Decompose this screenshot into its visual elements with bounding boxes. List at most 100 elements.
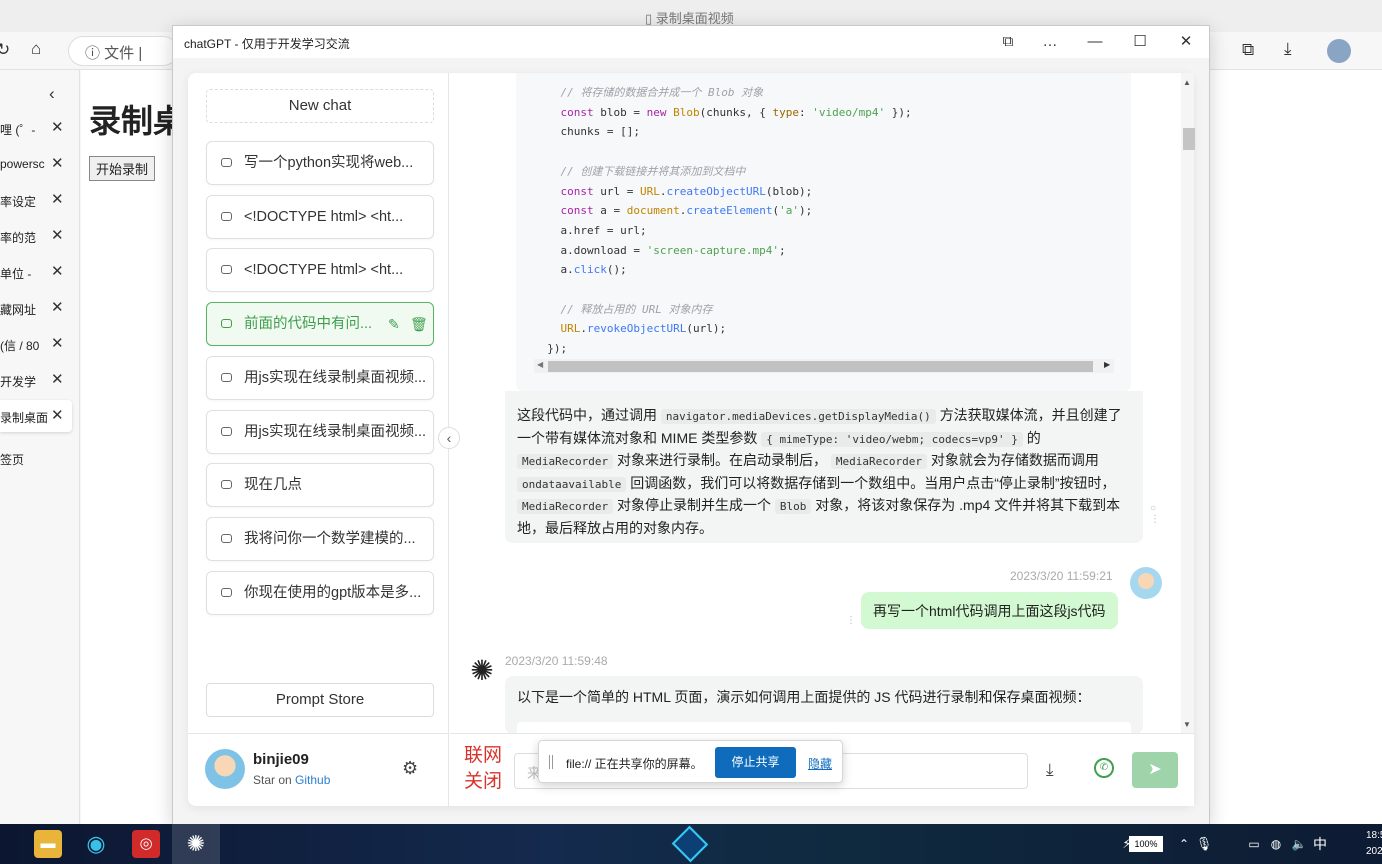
close-icon[interactable]: ✕ [51, 154, 64, 172]
address-bar[interactable]: ⓘ 文件 | [68, 36, 178, 66]
close-button[interactable]: ✕ [1166, 30, 1206, 54]
tab-item[interactable]: powersc ✕ [0, 148, 72, 180]
chat-item-active[interactable]: 前面的代码中有问... ✎ 🗑 [206, 302, 434, 346]
chat-item[interactable]: 用js实现在线录制桌面视频... [206, 410, 434, 454]
file-explorer-icon[interactable]: ▬ [34, 830, 62, 858]
edit-icon[interactable]: ✎ [388, 303, 400, 345]
taskbar-active-app[interactable]: ✺ [172, 824, 220, 864]
microphone-icon[interactable]: 🎙 [1190, 830, 1218, 858]
app-logo-icon[interactable] [671, 825, 709, 863]
scrollbar-thumb[interactable] [548, 361, 1093, 372]
tab-item[interactable]: 率的范 ✕ [0, 220, 72, 252]
share-status-text: file:// 正在共享你的屏幕。 [566, 757, 703, 771]
close-icon[interactable]: ✕ [51, 334, 64, 352]
download-icon[interactable]: ⤓ [1046, 760, 1054, 780]
close-icon[interactable]: ✕ [51, 370, 64, 388]
chat-bubble-icon [221, 211, 232, 221]
tab-item[interactable]: 藏网址 ✕ [0, 292, 72, 324]
chat-item[interactable]: 写一个python实现将web... [206, 141, 434, 185]
send-button[interactable]: ➤ [1132, 752, 1178, 788]
window-body: New chat 写一个python实现将web... <!DOCTYPE ht… [173, 58, 1209, 824]
tab-item[interactable]: 开发学 ✕ [0, 364, 72, 396]
chat-item[interactable]: 你现在使用的gpt版本是多... [206, 571, 434, 615]
code-line: a.download = 'screen-capture.mp4'; [534, 243, 786, 257]
message-timestamp: 2023/3/20 11:59:48 [505, 654, 608, 668]
home-icon[interactable]: ⌂ [31, 39, 41, 59]
chat-item[interactable]: 用js实现在线录制桌面视频... [206, 356, 434, 400]
message-menu-icon[interactable]: ⋮ [846, 615, 856, 626]
chat-bubble-icon [221, 318, 232, 328]
star-on-github: Star on Github [253, 773, 331, 787]
chat-item[interactable]: <!DOCTYPE html> <ht... [206, 195, 434, 239]
collections-icon[interactable]: ⧉ [1242, 40, 1254, 60]
tab-item[interactable]: 哩 (゜- ✕ [0, 112, 72, 144]
close-icon[interactable]: ✕ [51, 190, 64, 208]
scroll-up-icon[interactable]: ▲ [1183, 78, 1191, 87]
refresh-icon[interactable]: ↻ [0, 40, 10, 60]
start-recording-button[interactable]: 开始录制 [89, 156, 156, 181]
whatsapp-icon[interactable]: ✆ [1094, 758, 1114, 778]
user-message: 再写一个html代码调用上面这段js代码 [861, 592, 1118, 629]
chat-app: New chat 写一个python实现将web... <!DOCTYPE ht… [188, 73, 1195, 806]
input-method-indicator[interactable]: 中 [1313, 834, 1327, 854]
github-link[interactable]: Github [295, 773, 330, 787]
scrollbar-thumb[interactable] [1183, 128, 1195, 150]
tab-item[interactable]: 率设定 ✕ [0, 184, 72, 216]
collapse-tabs-icon[interactable]: ‹ [49, 84, 55, 104]
new-chat-button[interactable]: New chat [206, 89, 434, 123]
chat-bubble-icon [221, 587, 232, 597]
vertical-scrollbar[interactable]: ▲ ▼ [1181, 73, 1195, 733]
profile-avatar[interactable] [1327, 39, 1351, 63]
minimize-button[interactable]: — [1075, 30, 1115, 54]
new-tab-button[interactable]: 签页 [0, 442, 72, 474]
close-icon[interactable]: ✕ [51, 118, 64, 136]
volume-icon[interactable]: 🔈 [1285, 830, 1313, 858]
horizontal-scrollbar[interactable]: ◀ ▶ [534, 359, 1114, 373]
chat-item[interactable]: <!DOCTYPE html> <ht... [206, 248, 434, 292]
chat-bubble-icon [221, 426, 232, 436]
close-icon[interactable]: ✕ [51, 406, 64, 424]
netease-music-icon[interactable]: ◎ [132, 830, 160, 858]
taskbar: ▬ ◉ ◎ ✺ ⚡ 100% ⌃ 🎙 ▭ ◍ 🔈 中 18:52023/ [0, 824, 1382, 864]
tab-item[interactable]: 单位 - ✕ [0, 256, 72, 288]
username: binjie09 [253, 751, 309, 768]
close-icon[interactable]: ✕ [51, 226, 64, 244]
send-icon: ➤ [1148, 761, 1162, 778]
message-menu-icon[interactable]: ○ ⋮ [1150, 503, 1160, 525]
edge-icon[interactable]: ◉ [82, 830, 110, 858]
more-button[interactable]: … [1030, 30, 1070, 54]
close-icon[interactable]: ✕ [51, 298, 64, 316]
chat-bubble-icon [221, 157, 232, 167]
gear-icon[interactable]: ⚙ [402, 758, 418, 779]
avatar [1130, 567, 1162, 599]
prompt-store-button[interactable]: Prompt Store [206, 683, 434, 717]
hide-link[interactable]: 隐藏 [808, 755, 832, 772]
chat-item[interactable]: 我将问你一个数学建模的... [206, 517, 434, 561]
drag-handle[interactable] [549, 755, 553, 769]
chat-bubble-icon [221, 372, 232, 382]
maximize-button[interactable]: ☐ [1120, 30, 1160, 54]
chat-bubble-icon [221, 533, 232, 543]
download-icon[interactable]: ⤓ [1284, 39, 1292, 59]
close-icon[interactable]: ✕ [51, 262, 64, 280]
chat-bubble-icon [221, 264, 232, 274]
chat-bubble-icon [221, 479, 232, 489]
collapse-sidebar-button[interactable]: ‹ [438, 427, 460, 449]
scroll-left-icon[interactable]: ◀ [537, 360, 543, 369]
network-toggle[interactable]: 联网 关闭 [464, 742, 502, 794]
stop-sharing-button[interactable]: 停止共享 [715, 747, 796, 778]
openai-logo-icon: ✺ [470, 655, 494, 686]
tab-item[interactable]: (信 / 80 ✕ [0, 328, 72, 360]
chat-item[interactable]: 现在几点 [206, 463, 434, 507]
scroll-down-icon[interactable]: ▼ [1183, 720, 1191, 729]
code-line: URL.revokeObjectURL(url); [560, 322, 727, 336]
tab-item-active[interactable]: 录制桌面 ✕ [0, 400, 72, 432]
app-icon-button[interactable]: ⧉ [988, 30, 1028, 54]
chat-main: ‹ // 将存储的数据合并成一个 Blob 对象 const blob = ne… [438, 73, 1195, 806]
bot-message: 这段代码中，通过调用 navigator.mediaDevices.getDis… [505, 391, 1143, 543]
clock[interactable]: 18:52023/ [1366, 828, 1382, 860]
scroll-right-icon[interactable]: ▶ [1104, 360, 1110, 369]
delete-icon[interactable]: 🗑 [410, 303, 428, 345]
user-panel: binjie09 Star on Github ⚙ [188, 733, 449, 806]
battery-indicator[interactable]: 100% [1129, 836, 1163, 852]
